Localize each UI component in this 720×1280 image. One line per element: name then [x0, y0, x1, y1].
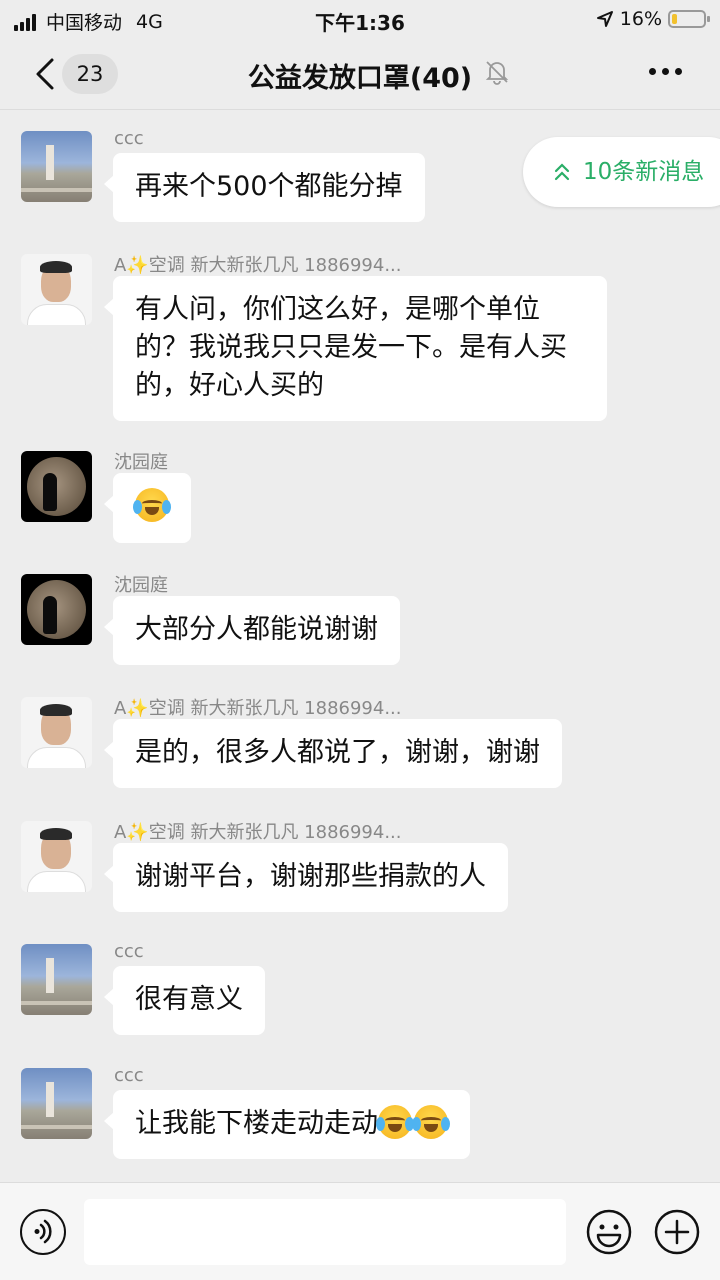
status-bar: 中国移动 4G 下午1:36 16% — [0, 0, 720, 38]
location-arrow-icon — [596, 11, 613, 27]
avatar[interactable] — [21, 944, 92, 1015]
message-bubble[interactable]: 有人问，你们这么好，是哪个单位的？我说我只只是发一下。是有人买的，好心人买的 — [104, 276, 607, 421]
avatar[interactable] — [21, 451, 92, 522]
sender-name: A✨空调 新大新张几凡 1886994... — [114, 698, 402, 719]
battery-icon — [668, 10, 710, 28]
message-bubble[interactable]: 大部分人都能说谢谢 — [104, 596, 400, 665]
sender-name: ccc — [114, 128, 144, 149]
emoji-picker-icon[interactable] — [586, 1209, 632, 1255]
avatar[interactable] — [21, 821, 92, 892]
avatar[interactable] — [21, 1068, 92, 1139]
sender-name: ccc — [114, 1065, 144, 1086]
voice-input-icon[interactable] — [20, 1209, 66, 1255]
message-bubble[interactable]: 很有意义 — [104, 966, 265, 1035]
message-bubble[interactable]: 是的，很多人都说了，谢谢，谢谢 — [104, 719, 562, 788]
double-chevron-up-icon — [554, 163, 570, 181]
sender-name: ccc — [114, 941, 144, 962]
chat-header: 23 公益发放口罩(40) — [0, 38, 720, 110]
crying-laughing-emoji-icon — [133, 487, 171, 522]
message-bubble[interactable]: 谢谢平台，谢谢那些捐款的人 — [104, 843, 508, 912]
avatar[interactable] — [21, 254, 92, 325]
input-bar — [0, 1182, 720, 1280]
add-more-icon[interactable] — [654, 1209, 700, 1255]
chat-title: 公益发放口罩(40) — [247, 63, 473, 94]
sound-wave-icon — [34, 1219, 52, 1244]
new-messages-button[interactable]: 10条新消息 — [523, 137, 720, 207]
more-options-icon[interactable] — [643, 68, 682, 75]
mute-bell-icon — [485, 61, 509, 85]
message-text: 让我能下楼走动走动 — [135, 1108, 378, 1139]
crying-laughing-emoji-icon — [376, 1104, 414, 1139]
avatar[interactable] — [21, 697, 92, 768]
message-bubble[interactable]: 再来个500个都能分掉 — [104, 153, 425, 222]
avatar[interactable] — [21, 131, 92, 202]
sender-name: A✨空调 新大新张几凡 1886994... — [114, 255, 402, 276]
sender-name: 沈园庭 — [114, 452, 168, 473]
avatar[interactable] — [21, 574, 92, 645]
message-bubble[interactable]: 让我能下楼走动走动 — [104, 1090, 470, 1159]
battery-percent: 16% — [619, 8, 662, 30]
crying-laughing-emoji-icon — [412, 1104, 450, 1139]
message-input[interactable] — [84, 1199, 566, 1265]
status-right: 16% — [596, 8, 710, 30]
sender-name: A✨空调 新大新张几凡 1886994... — [114, 822, 402, 843]
new-messages-label: 10条新消息 — [583, 159, 705, 185]
sender-name: 沈园庭 — [114, 575, 168, 596]
message-bubble[interactable] — [104, 473, 191, 543]
